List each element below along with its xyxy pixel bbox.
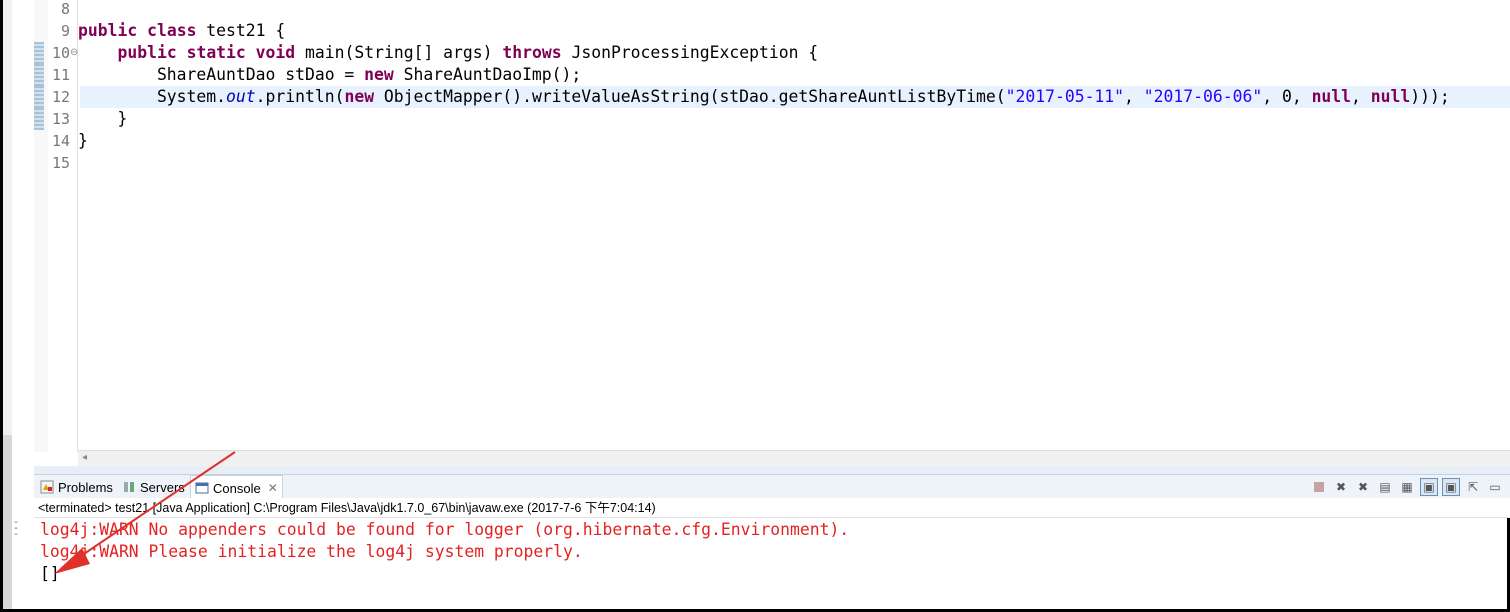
code-token: main(String[] args)	[295, 43, 503, 62]
tab-servers[interactable]: Servers	[118, 475, 189, 499]
code-line[interactable]: }	[78, 108, 127, 130]
code-token: }	[78, 131, 88, 150]
code-token: null	[1311, 87, 1352, 106]
console-line: log4j:WARN Please initialize the log4j s…	[40, 542, 583, 561]
drag-handle[interactable]: ---	[13, 518, 19, 540]
console-output[interactable]: log4j:WARN No appenders could be found f…	[34, 518, 1507, 609]
code-line[interactable]: public class test21 {	[78, 20, 285, 42]
clear-console-icon[interactable]: ▤	[1376, 478, 1394, 496]
occurrence-marker	[34, 86, 44, 108]
tab-label: Console	[213, 480, 261, 496]
code-token: ShareAuntDaoImp();	[393, 65, 582, 84]
code-token: JsonProcessingException {	[561, 43, 819, 62]
tab-label: Problems	[58, 479, 113, 495]
code-line[interactable]: System.out.println(new ObjectMapper().wr…	[78, 86, 1450, 108]
remove-launch-icon[interactable]: ✖	[1332, 478, 1350, 496]
line-number: 12	[51, 88, 70, 106]
code-line[interactable]: }	[78, 130, 88, 152]
line-number: 10	[51, 44, 70, 62]
problems-icon	[40, 480, 54, 494]
show-on-stdout-icon[interactable]: ▣	[1420, 478, 1438, 496]
code-token: "2017-06-06"	[1143, 87, 1263, 106]
code-token: class	[147, 21, 197, 40]
code-token: new	[344, 87, 375, 106]
code-token: System.	[78, 87, 227, 106]
pin-console-icon[interactable]: ⇱	[1464, 478, 1482, 496]
line-number: 15	[51, 154, 70, 172]
code-line[interactable]: public static void main(String[] args) t…	[78, 42, 818, 64]
terminate-icon[interactable]	[1310, 478, 1328, 496]
tab-console[interactable]: Console ✕	[190, 475, 283, 500]
show-on-stderr-icon[interactable]: ▣	[1442, 478, 1460, 496]
code-token: "2017-05-11"	[1005, 87, 1125, 106]
display-console-icon[interactable]: ▭	[1486, 478, 1504, 496]
code-token: }	[78, 109, 128, 128]
code-token: , 0,	[1262, 87, 1312, 106]
left-ruler-lower	[3, 435, 12, 609]
servers-icon	[124, 482, 134, 492]
line-number: 13	[51, 110, 70, 128]
occurrence-marker	[34, 42, 44, 64]
panel-splitter[interactable]	[34, 466, 1510, 474]
line-number: 14	[51, 132, 70, 150]
code-token: throws	[502, 43, 562, 62]
code-area[interactable]: public class test21 { public static void…	[78, 0, 1510, 452]
code-token: new	[364, 65, 394, 84]
code-line[interactable]: ShareAuntDao stDao = new ShareAuntDaoImp…	[78, 64, 581, 86]
code-token: .println(	[255, 87, 345, 106]
code-token: static	[186, 43, 246, 62]
process-status: <terminated> test21 [Java Application] C…	[34, 498, 1510, 518]
scroll-left-icon[interactable]: ◂	[82, 452, 87, 463]
console-toolbar: ✖ ✖ ▤ ▦ ▣ ▣ ⇱ ▭	[1310, 478, 1504, 496]
code-token: ObjectMapper().writeValueAsString(stDao.…	[374, 87, 1006, 106]
tab-problems[interactable]: Problems	[36, 475, 117, 499]
line-number: 11	[51, 66, 70, 84]
code-token: null	[1370, 87, 1411, 106]
code-token: public	[78, 21, 138, 40]
code-token: void	[255, 43, 296, 62]
line-number: 9	[60, 22, 70, 40]
console-icon	[195, 482, 209, 494]
code-token: public	[117, 43, 177, 62]
code-token: ShareAuntDao stDao =	[78, 65, 365, 84]
code-token: ,	[1124, 87, 1144, 106]
code-token: test21 {	[196, 21, 286, 40]
horizontal-scrollbar[interactable]: ◂	[78, 450, 1510, 467]
console-line: []	[40, 564, 60, 583]
console-line: log4j:WARN No appenders could be found f…	[40, 520, 850, 539]
line-number: 8	[60, 0, 70, 18]
code-token: out	[226, 87, 256, 106]
close-icon[interactable]: ✕	[268, 481, 278, 495]
tab-label: Servers	[140, 479, 185, 495]
remove-all-terminated-icon[interactable]: ✖	[1354, 478, 1372, 496]
occurrence-marker	[34, 64, 44, 86]
occurrence-marker	[34, 108, 44, 130]
code-token: )));	[1410, 87, 1450, 106]
scroll-lock-icon[interactable]: ▦	[1398, 478, 1416, 496]
code-token: ,	[1351, 87, 1371, 106]
bottom-panel-tabbar: Problems Servers Console ✕ ✖ ✖ ▤ ▦ ▣ ▣ ⇱…	[34, 474, 1510, 500]
